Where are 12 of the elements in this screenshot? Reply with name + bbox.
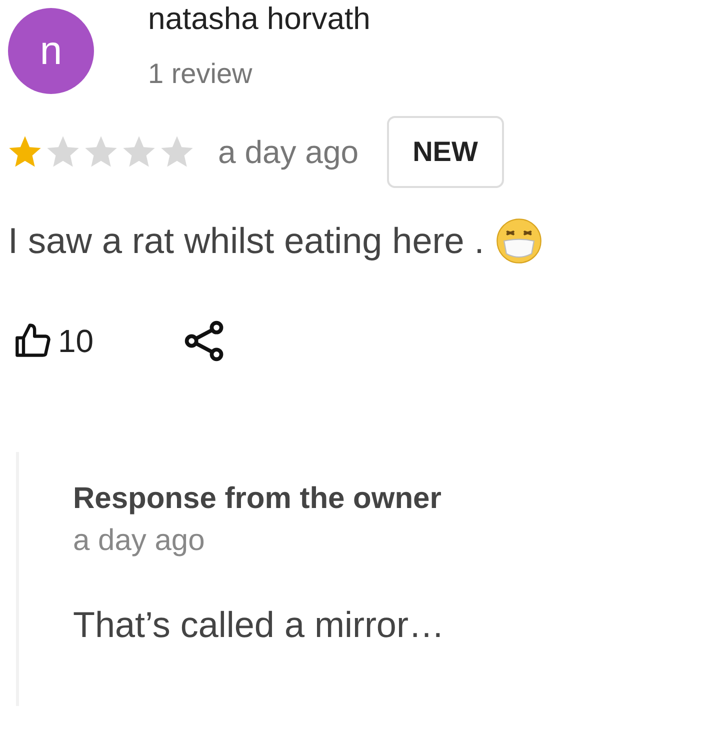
like-count: 10: [58, 322, 94, 360]
review-count: 1 review: [148, 58, 254, 90]
avatar[interactable]: n: [8, 8, 94, 94]
masked-face-icon: [496, 218, 542, 264]
response-title: Response from the owner: [73, 482, 442, 516]
response-text: That’s called a mirror…: [73, 604, 446, 646]
response-time: a day ago: [73, 524, 206, 558]
new-badge: NEW: [386, 116, 504, 188]
thumbs-up-icon[interactable]: [14, 322, 52, 360]
review-text: I saw a rat whilst eating here .: [8, 220, 484, 262]
review-time: a day ago: [218, 134, 359, 170]
author-name[interactable]: natasha horvath: [148, 0, 370, 38]
